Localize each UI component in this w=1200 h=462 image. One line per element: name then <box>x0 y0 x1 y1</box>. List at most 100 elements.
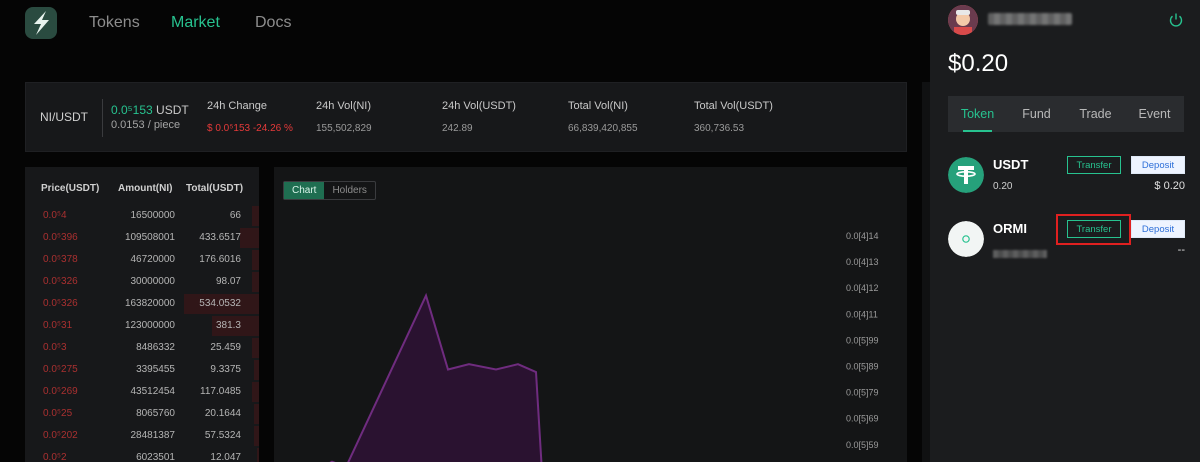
order-row[interactable]: 0.0⁵202 28481387 57.5324 <box>25 425 259 447</box>
stat-label-24h-vol-usdt: 24h Vol(USDT) <box>442 100 516 112</box>
order-amount: 8065760 <box>136 408 175 419</box>
y-tick-label: 0.0[5]89 <box>846 362 879 372</box>
order-row[interactable]: 0.0⁵378 46720000 176.6016 <box>25 249 259 271</box>
y-tick-label: 0.0[4]14 <box>846 231 879 241</box>
nav-market[interactable]: Market <box>171 14 220 32</box>
order-row[interactable]: 0.0⁵275 3395455 9.3375 <box>25 359 259 381</box>
order-total: 176.6016 <box>199 254 241 265</box>
order-price: 0.0⁵3 <box>43 342 67 353</box>
tab-fund[interactable]: Fund <box>1007 96 1066 132</box>
divider <box>102 99 103 137</box>
chart-panel: Chart Holders 0.0[4]14 0.0[4]13 0.0[4]12 0.… <box>274 167 907 462</box>
order-row[interactable]: 0.0⁵4 16500000 66 <box>25 205 259 227</box>
tab-trade[interactable]: Trade <box>1066 96 1125 132</box>
order-row[interactable]: 0.0⁵25 8065760 20.1644 <box>25 403 259 425</box>
highlight-box <box>1056 214 1131 245</box>
order-price: 0.0⁵326 <box>43 298 78 309</box>
token-balance-usdt: 0.20 <box>993 181 1013 192</box>
token-name-ormi: ORMI <box>993 221 1027 236</box>
depth-bar <box>254 360 259 380</box>
order-total: 433.6517 <box>199 232 241 243</box>
stat-value-total-vol-ni: 66,839,420,855 <box>568 123 638 134</box>
order-book: Price(USDT) Amount(NI) Total(USDT) 0.0⁵4… <box>25 167 259 462</box>
order-total: 66 <box>229 210 241 221</box>
depth-bar <box>257 448 259 462</box>
y-tick-label: 0.0[4]12 <box>846 283 879 293</box>
order-amount: 109508001 <box>124 232 175 243</box>
depth-bar <box>252 250 259 270</box>
panel-gutter <box>922 82 930 462</box>
token-value-ormi: -- <box>1177 244 1185 256</box>
depth-bar <box>252 338 259 358</box>
token-balance-ormi-redacted <box>993 250 1047 258</box>
order-price: 0.0⁵4 <box>43 210 67 221</box>
order-amount: 8486332 <box>136 342 175 353</box>
order-total: 57.5324 <box>204 430 241 441</box>
order-row[interactable]: 0.0⁵326 30000000 98.07 <box>25 271 259 293</box>
order-amount: 28481387 <box>130 430 176 441</box>
order-row[interactable]: 0.0⁵326 163820000 534.0532 <box>25 293 259 315</box>
y-tick-label: 0.0[5]59 <box>846 440 879 450</box>
order-amount: 43512454 <box>130 386 176 397</box>
y-tick-label: 0.0[5]99 <box>846 335 879 345</box>
order-row[interactable]: 0.0⁵3 8486332 25.459 <box>25 337 259 359</box>
stat-value-24h-vol-usdt: 242.89 <box>442 123 473 134</box>
power-icon[interactable] <box>1168 12 1184 28</box>
top-nav: Tokens Market Docs <box>0 0 930 48</box>
ormi-icon <box>948 221 984 257</box>
price-area <box>331 295 542 462</box>
token-value-usdt: $ 0.20 <box>1154 180 1185 192</box>
stat-label-total-vol-ni: Total Vol(NI) <box>568 100 628 112</box>
price-per-piece: 0.0153 / piece <box>111 119 181 131</box>
trading-pair[interactable]: NI/USDT <box>40 110 88 124</box>
depth-bar <box>252 272 259 292</box>
order-amount: 16500000 <box>130 210 176 221</box>
token-name-usdt: USDT <box>993 157 1029 172</box>
depth-bar <box>254 426 259 446</box>
transfer-button-usdt[interactable]: Transfer <box>1067 156 1121 174</box>
order-amount: 123000000 <box>124 320 175 331</box>
deposit-button-usdt[interactable]: Deposit <box>1131 156 1185 174</box>
stat-value-24h-change: $ 0.0⁵153 -24.26 % <box>207 123 293 134</box>
last-price-unit: USDT <box>152 103 189 117</box>
order-amount: 3395455 <box>136 364 175 375</box>
order-row[interactable]: 0.0⁵269 43512454 117.0485 <box>25 381 259 403</box>
order-total: 25.459 <box>210 342 241 353</box>
order-price: 0.0⁵326 <box>43 276 78 287</box>
col-header-price: Price(USDT) <box>41 183 100 194</box>
order-row[interactable]: 0.0⁵2 6023501 12.047 <box>25 447 259 462</box>
order-price: 0.0⁵202 <box>43 430 78 441</box>
avatar-icon[interactable] <box>948 5 978 35</box>
price-area-chart[interactable]: 0.0[4]14 0.0[4]13 0.0[4]12 0.0[4]11 0.0[5]99… <box>274 167 907 462</box>
wallet-balance: $0.20 <box>948 50 1009 77</box>
tab-event[interactable]: Event <box>1125 96 1184 132</box>
logo-icon[interactable] <box>24 6 58 40</box>
y-tick-label: 0.0[5]79 <box>846 388 879 398</box>
order-total: 9.3375 <box>210 364 241 375</box>
order-row[interactable]: 0.0⁵31 123000000 381.3 <box>25 315 259 337</box>
col-header-amount: Amount(NI) <box>118 183 173 194</box>
wallet-tabs: Token Fund Trade Event <box>948 96 1184 132</box>
stat-label-24h-change: 24h Change <box>207 100 267 112</box>
nav-tokens[interactable]: Tokens <box>89 14 140 32</box>
nav-docs[interactable]: Docs <box>255 14 291 32</box>
order-amount: 46720000 <box>130 254 176 265</box>
tab-token[interactable]: Token <box>948 96 1007 132</box>
order-row[interactable]: 0.0⁵396 109508001 433.6517 <box>25 227 259 249</box>
tether-icon <box>948 157 984 193</box>
depth-bar <box>252 382 259 402</box>
order-price: 0.0⁵31 <box>43 320 73 331</box>
order-total: 98.07 <box>215 276 241 287</box>
order-total: 534.0532 <box>199 298 241 309</box>
last-price: 0.0⁵153 USDT <box>111 103 189 117</box>
stat-label-total-vol-usdt: Total Vol(USDT) <box>694 100 773 112</box>
order-price: 0.0⁵275 <box>43 364 78 375</box>
stat-label-24h-vol-ni: 24h Vol(NI) <box>316 100 372 112</box>
deposit-button-ormi[interactable]: Deposit <box>1131 220 1185 238</box>
depth-bar <box>254 404 259 424</box>
last-price-value: 0.0⁵153 <box>111 103 153 117</box>
y-tick-label: 0.0[4]11 <box>846 309 878 319</box>
order-amount: 30000000 <box>130 276 176 287</box>
y-tick-label: 0.0[5]69 <box>846 414 879 424</box>
order-price: 0.0⁵378 <box>43 254 78 265</box>
